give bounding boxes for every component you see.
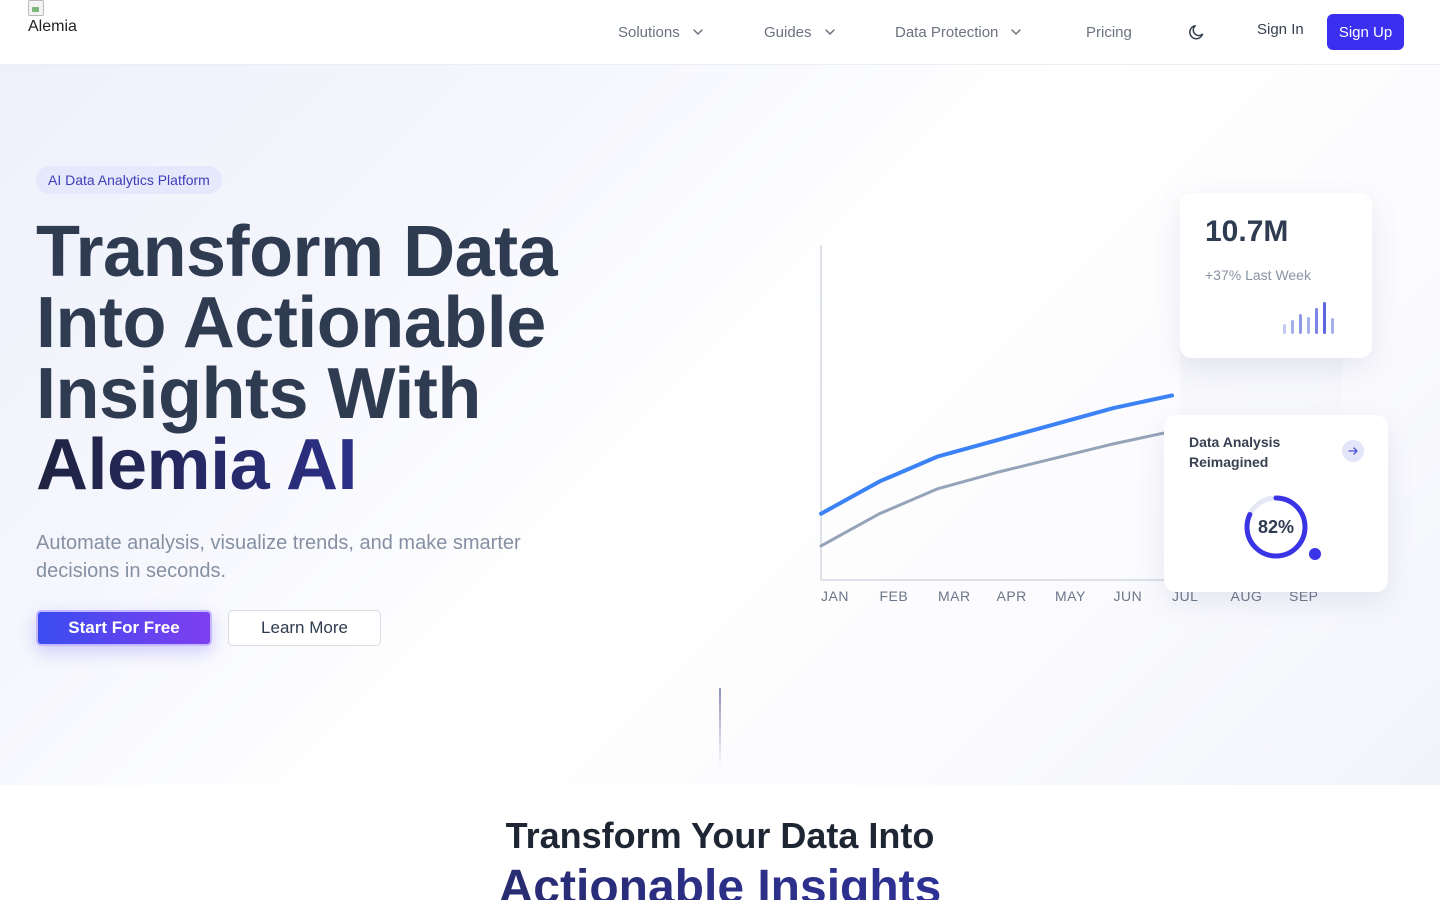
stat-value: 10.7M	[1205, 215, 1289, 248]
hero-title-line: Into Actionable	[36, 283, 546, 363]
arrow-right-icon[interactable]	[1342, 440, 1364, 462]
chevron-down-icon	[1011, 29, 1022, 36]
chevron-down-icon	[824, 29, 835, 36]
top-navbar: Alemia Solutions Guides Data Protection …	[0, 0, 1440, 65]
x-tick-label: APR	[997, 588, 1027, 604]
hero-title-line: Insights With	[36, 354, 481, 434]
nav-item-label: Pricing	[1086, 23, 1132, 41]
start-for-free-button[interactable]: Start For Free	[36, 610, 212, 646]
chevron-down-icon	[692, 29, 703, 36]
nav-item-pricing[interactable]: Pricing	[1086, 21, 1132, 43]
hero-badge: AI Data Analytics Platform	[36, 166, 222, 194]
section-divider	[719, 688, 721, 768]
x-tick-label: MAR	[938, 588, 971, 604]
section-title-line1: Transform Your Data Into	[505, 815, 935, 856]
progress-percent: 82%	[1257, 516, 1295, 537]
x-tick-label: FEB	[880, 588, 909, 604]
x-tick-label: JUN	[1114, 588, 1143, 604]
broken-image-icon	[28, 0, 44, 16]
hero-title-line: Transform Data	[36, 212, 558, 292]
analysis-card-title: Data Analysis Reimagined	[1189, 434, 1281, 470]
section-title-line2: Actionable Insights	[0, 860, 1440, 900]
series-line	[819, 429, 1174, 548]
nav-item-solutions[interactable]: Solutions	[618, 21, 704, 43]
x-tick-label: JAN	[821, 588, 849, 604]
nav-item-data-protection[interactable]: Data Protection	[895, 21, 1022, 43]
stat-card: 10.7M +37% Last Week	[1180, 193, 1372, 358]
learn-more-button[interactable]: Learn More	[228, 610, 381, 646]
logo[interactable]: Alemia	[28, 0, 98, 40]
hero-section: AI Data Analytics Platform Transform Dat…	[0, 65, 1440, 785]
nav-item-guides[interactable]: Guides	[764, 21, 836, 43]
moon-icon[interactable]	[1187, 22, 1207, 42]
hero-title: Transform Data Into Actionable Insights …	[36, 212, 736, 501]
nav-item-label: Data Protection	[895, 23, 999, 41]
nav-item-label: Guides	[764, 23, 812, 41]
x-tick-label: MAY	[1055, 588, 1086, 604]
logo-alt-text: Alemia	[28, 18, 77, 35]
sign-up-button[interactable]: Sign Up	[1327, 14, 1404, 50]
stat-change: +37% Last Week	[1205, 267, 1311, 283]
series-line	[819, 393, 1174, 516]
indicator-dot	[1309, 548, 1321, 560]
bar-chart-icon	[1283, 302, 1334, 334]
section-title: Transform Your Data Into Actionable Insi…	[0, 812, 1440, 900]
data-analysis-card: Data Analysis Reimagined 82%	[1164, 415, 1388, 592]
hero-title-brand: Alemia AI	[36, 429, 736, 501]
sign-in-link[interactable]: Sign In	[1257, 21, 1304, 38]
nav-item-label: Solutions	[618, 23, 680, 41]
hero-subtitle: Automate analysis, visualize trends, and…	[36, 532, 521, 582]
